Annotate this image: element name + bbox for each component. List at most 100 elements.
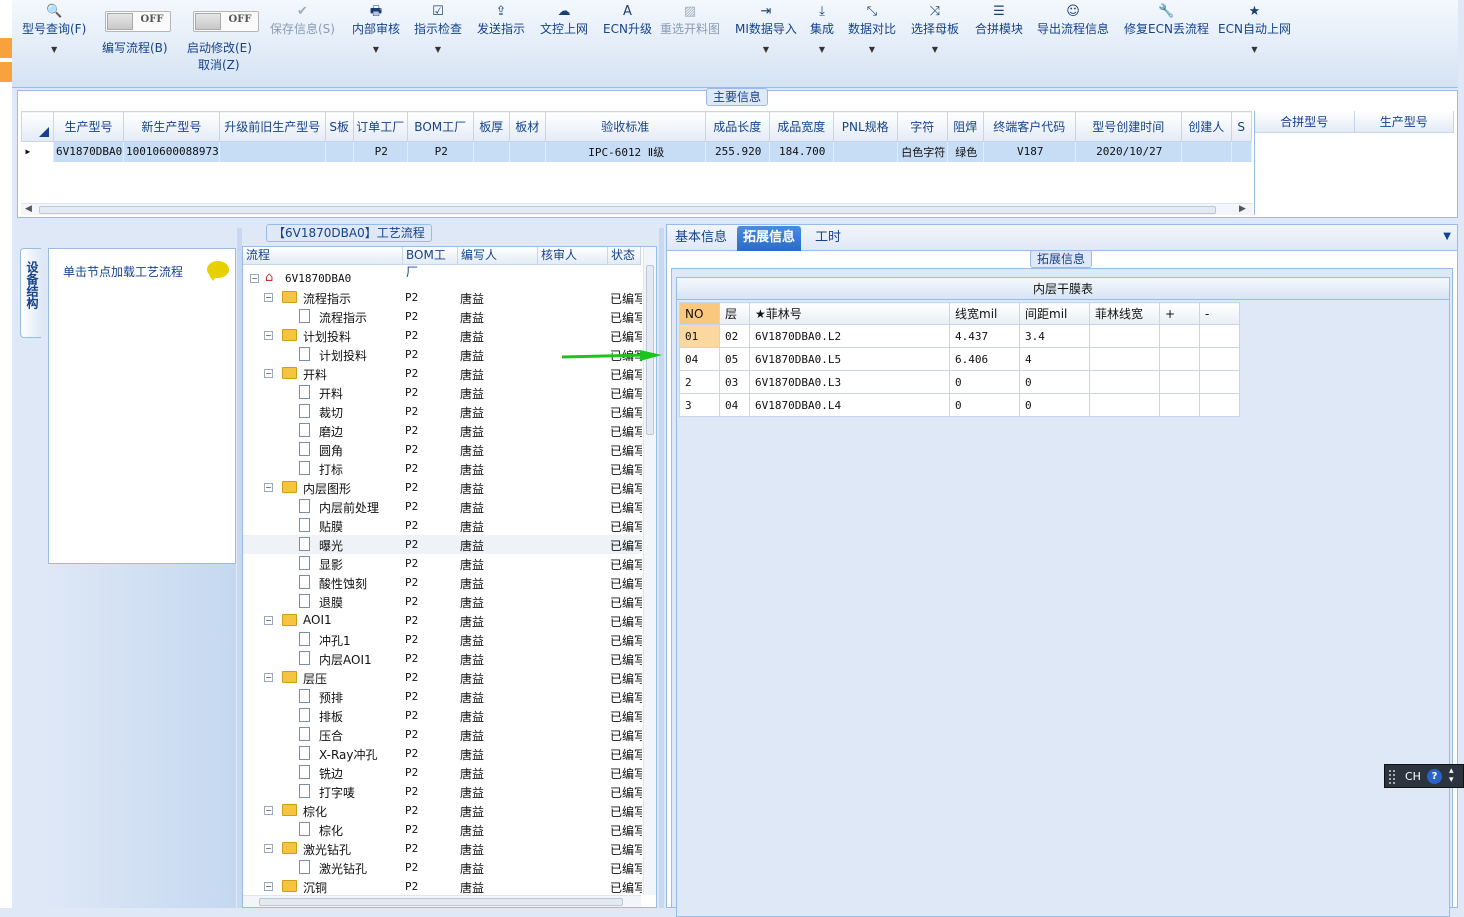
column-header[interactable]: PNL规格 (832, 111, 898, 142)
tree-node-step[interactable]: 铣边 P2 唐益 已编写 (243, 763, 642, 782)
tree-node-group[interactable]: − 激光钻孔 P2 唐益 已编写 (243, 839, 642, 858)
tree-column-header[interactable]: BOM工厂 (403, 247, 458, 279)
shuffle-button[interactable]: ⤨ 选择母板 ▼ (911, 4, 959, 54)
scroll-thumb[interactable] (259, 898, 623, 906)
column-header[interactable]: 层 (719, 302, 750, 325)
font-button[interactable]: A ECN升级 (603, 4, 652, 37)
tree-node-step[interactable]: 贴膜 P2 唐益 已编写 (243, 516, 642, 535)
chevron-down-icon[interactable]: ▼ (352, 45, 400, 54)
table-cell[interactable]: 6V1870DBA0 (53, 141, 124, 162)
ime-language[interactable]: CH (1405, 770, 1421, 783)
collapse-toggle[interactable]: − (264, 331, 273, 340)
table-cell[interactable]: 2020/10/27 (1075, 141, 1182, 162)
table-cell[interactable]: 02 (719, 324, 750, 348)
column-header[interactable]: 升级前旧生产型号 (218, 111, 326, 142)
tree-node-group[interactable]: − 计划投料 P2 唐益 已编写 (243, 326, 642, 345)
table-cell[interactable]: P2 (353, 141, 408, 162)
tree-node-step[interactable]: 酸性蚀刻 P2 唐益 已编写 (243, 573, 642, 592)
column-header[interactable]: 新生产型号 (123, 111, 220, 142)
tree-column-header[interactable]: 编写人 (458, 247, 538, 265)
tree-node-group[interactable]: − 开料 P2 唐益 已编写 (243, 364, 642, 383)
column-header[interactable]: 菲林线宽 (1089, 302, 1160, 325)
collapse-toggle[interactable]: − (264, 806, 273, 815)
table-cell[interactable] (1199, 347, 1240, 371)
tree-column-header[interactable]: 流程 (243, 247, 403, 265)
row-indicator[interactable]: ▶ (21, 141, 54, 162)
tree-column-header[interactable]: 核审人 (538, 247, 608, 265)
tree-node-step[interactable]: 退膜 P2 唐益 已编写 (243, 592, 642, 611)
table-cell[interactable]: 3.4 (1019, 324, 1090, 348)
table-cell[interactable]: 0 (1019, 370, 1090, 394)
tree-node-step[interactable]: 流程指示 P2 唐益 已编写 (243, 307, 642, 326)
chevron-down-icon[interactable]: ▼ (22, 45, 86, 54)
tree-node-step[interactable]: 打字唛 P2 唐益 已编写 (243, 782, 642, 801)
table-cell[interactable]: 01 (679, 324, 720, 348)
grip-icon[interactable] (1389, 770, 1395, 784)
chevron-down-icon[interactable]: ▼ (911, 45, 959, 54)
collapse-toggle[interactable]: − (250, 274, 259, 283)
tree-node-step[interactable]: 开料 P2 唐益 已编写 (243, 383, 642, 402)
table-cell[interactable]: IPC-6012 Ⅱ级 (545, 141, 706, 162)
table-cell[interactable]: 10010600088973 (123, 141, 220, 162)
column-header[interactable]: 成品长度 (704, 111, 770, 142)
table-cell[interactable]: 0 (949, 370, 1020, 394)
upload-button[interactable]: ⇪ 发送指示 (477, 4, 525, 37)
table-cell[interactable] (1089, 324, 1160, 348)
table-cell[interactable]: 0 (1019, 393, 1090, 417)
table-cell[interactable] (1199, 370, 1240, 394)
table-cell[interactable]: 绿色 (947, 141, 984, 162)
sign-in-button[interactable]: ⇥ MI数据导入 ▼ (735, 4, 797, 54)
table-cell[interactable] (1089, 393, 1160, 417)
compress-button[interactable]: ⤡ 数据对比 ▼ (848, 4, 896, 54)
table-cell[interactable]: 2 (679, 370, 720, 394)
tree-node-root[interactable]: − ⌂ 6V1870DBA0 (243, 269, 641, 288)
tree-column-header[interactable]: 状态 (608, 247, 641, 265)
column-header[interactable]: 阻焊 (946, 111, 984, 142)
tree-node-step[interactable]: 显影 P2 唐益 已编写 (243, 554, 642, 573)
tree-node-step[interactable]: 内层AOI1 P2 唐益 已编写 (243, 649, 642, 668)
column-header[interactable]: 验收标准 (544, 111, 706, 142)
collapse-toggle[interactable]: − (264, 882, 273, 891)
column-header[interactable]: S (1230, 111, 1252, 142)
chevron-down-icon[interactable]: ▼ (810, 45, 834, 54)
table-cell[interactable] (219, 141, 326, 162)
table-cell[interactable]: 03 (719, 370, 750, 394)
list-button[interactable]: ☰ 合拼模块 (975, 4, 1023, 37)
tree-node-step[interactable]: 冲孔1 P2 唐益 已编写 (243, 630, 642, 649)
tree-node-step[interactable]: 激光钻孔 P2 唐益 已编写 (243, 858, 642, 877)
collapse-toggle[interactable]: − (264, 293, 273, 302)
ime-menu-icon[interactable]: ▴ ▾ (1449, 767, 1454, 785)
table-cell[interactable] (1159, 324, 1200, 348)
table-row[interactable]: 2 03 6V1870DBA0.L3 0 0 (679, 370, 1240, 394)
toggle-knob[interactable] (107, 13, 133, 30)
table-cell[interactable]: 04 (719, 393, 750, 417)
column-header[interactable]: ★菲林号 (749, 302, 950, 325)
table-cell[interactable] (1159, 370, 1200, 394)
table-cell[interactable]: 6V1870DBA0.L3 (749, 370, 950, 394)
table-cell[interactable] (1089, 370, 1160, 394)
horizontal-scrollbar[interactable]: ◀ ▶ (21, 203, 1253, 215)
column-header[interactable]: 生产型号 (1355, 111, 1454, 132)
table-cell[interactable]: 0 (949, 393, 1020, 417)
column-header[interactable]: 间距mil (1019, 302, 1090, 325)
column-header[interactable]: 成品宽度 (768, 111, 834, 142)
chevron-down-icon[interactable]: ▼ (848, 45, 896, 54)
collapse-toggle[interactable]: − (264, 844, 273, 853)
collapse-toggle[interactable]: − (264, 483, 273, 492)
table-cell[interactable]: 4.437 (949, 324, 1020, 348)
table-cell[interactable] (1159, 347, 1200, 371)
tree-node-step[interactable]: 预排 P2 唐益 已编写 (243, 687, 642, 706)
scroll-thumb[interactable] (39, 206, 1216, 214)
image-button[interactable]: ▨ 重选开料图 (660, 4, 720, 37)
tree-node-step[interactable]: 曝光 P2 唐益 已编写 (243, 535, 642, 554)
table-cell[interactable]: 6V1870DBA0.L2 (749, 324, 950, 348)
table-cell[interactable]: 255.920 (705, 141, 770, 162)
scroll-right-icon[interactable]: ▶ (1239, 204, 1246, 214)
tree-node-group[interactable]: − 内层图形 P2 唐益 已编写 (243, 478, 642, 497)
table-cell[interactable]: 6.406 (949, 347, 1020, 371)
tree-node-group[interactable]: − 棕化 P2 唐益 已编写 (243, 801, 642, 820)
check-button[interactable]: ✔ 保存信息(S) (270, 4, 335, 37)
table-row[interactable]: 01 02 6V1870DBA0.L2 4.437 3.4 (679, 324, 1240, 348)
column-header[interactable]: 合拼型号 (1255, 111, 1355, 132)
table-cell[interactable]: P2 (407, 141, 474, 162)
